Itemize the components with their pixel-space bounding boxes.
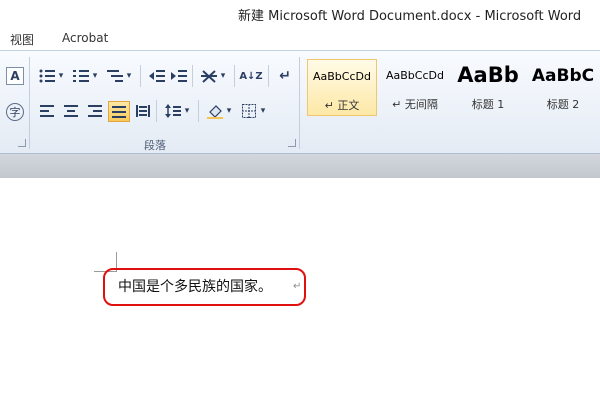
enclose-character-button[interactable]: 字 — [6, 103, 24, 121]
separator — [156, 100, 157, 122]
multilevel-list-button[interactable] — [106, 67, 124, 85]
numbering-button[interactable] — [72, 67, 90, 85]
line-spacing-button[interactable] — [164, 102, 182, 120]
separator — [140, 65, 141, 87]
shading-button[interactable] — [206, 102, 224, 120]
paragraph-mark-icon: ↵ — [279, 68, 291, 84]
tab-acrobat[interactable]: Acrobat — [62, 31, 108, 45]
paragraph-dialog-launcher[interactable] — [288, 139, 296, 147]
chevron-down-icon[interactable]: ▾ — [90, 67, 100, 85]
align-left-icon — [40, 105, 54, 117]
paint-bucket-icon — [207, 105, 223, 119]
borders-icon — [242, 104, 256, 118]
ribbon-tab-bar: 视图 Acrobat — [0, 26, 600, 50]
chevron-down-icon[interactable]: ▾ — [124, 67, 134, 85]
align-center-icon — [64, 105, 78, 117]
borders-button[interactable] — [240, 102, 258, 120]
align-right-button[interactable] — [86, 102, 104, 120]
style-no-spacing[interactable]: AaBbCcDd ↵ 无间隔 — [380, 59, 450, 116]
tab-view[interactable]: 视图 — [10, 31, 34, 48]
font-dialog-launcher[interactable] — [18, 139, 26, 147]
justify-button[interactable] — [108, 101, 130, 122]
separator — [192, 65, 193, 87]
asian-layout-icon — [201, 70, 217, 83]
workspace-background — [0, 154, 600, 178]
sort-icon: A↓Z — [239, 70, 263, 82]
style-sample: AaBb — [457, 63, 519, 87]
separator — [234, 65, 235, 87]
style-name: ↵ 正文 — [324, 99, 360, 112]
group-separator — [29, 57, 30, 149]
ribbon: A 字 ▾ ▾ ▾ ▾ A↓Z ↵ ▾ ▾ ▾ 段落 AaBbCcDd ↵ 正文… — [0, 50, 600, 154]
numbering-icon — [73, 70, 89, 82]
style-name: ↵ 无间隔 — [392, 98, 438, 111]
chevron-down-icon[interactable]: ▾ — [258, 102, 268, 120]
increase-indent-button[interactable] — [170, 67, 188, 85]
enclose-character-icon: 字 — [9, 106, 21, 119]
bullets-button[interactable] — [38, 67, 56, 85]
chevron-down-icon[interactable]: ▾ — [224, 102, 234, 120]
chevron-down-icon[interactable]: ▾ — [182, 102, 192, 120]
style-heading-2[interactable]: AaBbC 标题 2 — [526, 59, 600, 116]
distributed-button[interactable] — [134, 102, 152, 120]
distributed-icon — [136, 105, 150, 117]
text-effect-icon: A — [10, 69, 20, 83]
separator — [198, 100, 199, 122]
paragraph-group-label: 段落 — [144, 139, 166, 152]
style-sample: AaBbCcDd — [313, 70, 371, 83]
align-center-button[interactable] — [62, 102, 80, 120]
line-spacing-icon — [165, 104, 181, 118]
title-bar: 新建 Microsoft Word Document.docx - Micros… — [0, 0, 600, 26]
style-heading-1[interactable]: AaBb 标题 1 — [453, 59, 523, 116]
style-sample: AaBbC — [531, 66, 595, 86]
text-effect-button[interactable]: A — [6, 67, 24, 85]
style-name: 标题 1 — [471, 98, 505, 111]
chevron-down-icon[interactable]: ▾ — [218, 67, 228, 85]
group-separator — [299, 57, 300, 149]
increase-indent-icon — [171, 70, 187, 82]
decrease-indent-icon — [149, 70, 165, 82]
style-name: 标题 2 — [546, 98, 580, 111]
multilevel-list-icon — [107, 70, 123, 82]
sort-button[interactable]: A↓Z — [239, 67, 263, 85]
separator — [268, 65, 269, 87]
decrease-indent-button[interactable] — [148, 67, 166, 85]
style-normal[interactable]: AaBbCcDd ↵ 正文 — [307, 59, 377, 116]
chevron-down-icon[interactable]: ▾ — [56, 67, 66, 85]
asian-layout-button[interactable] — [200, 67, 218, 85]
justify-icon — [112, 105, 126, 118]
style-sample: AaBbCcDd — [386, 69, 444, 82]
annotation-highlight — [103, 268, 306, 306]
bullets-icon — [39, 69, 55, 83]
align-left-button[interactable] — [38, 102, 56, 120]
window-title: 新建 Microsoft Word Document.docx - Micros… — [238, 9, 582, 24]
align-right-icon — [88, 105, 102, 117]
show-hide-marks-button[interactable]: ↵ — [276, 67, 294, 85]
